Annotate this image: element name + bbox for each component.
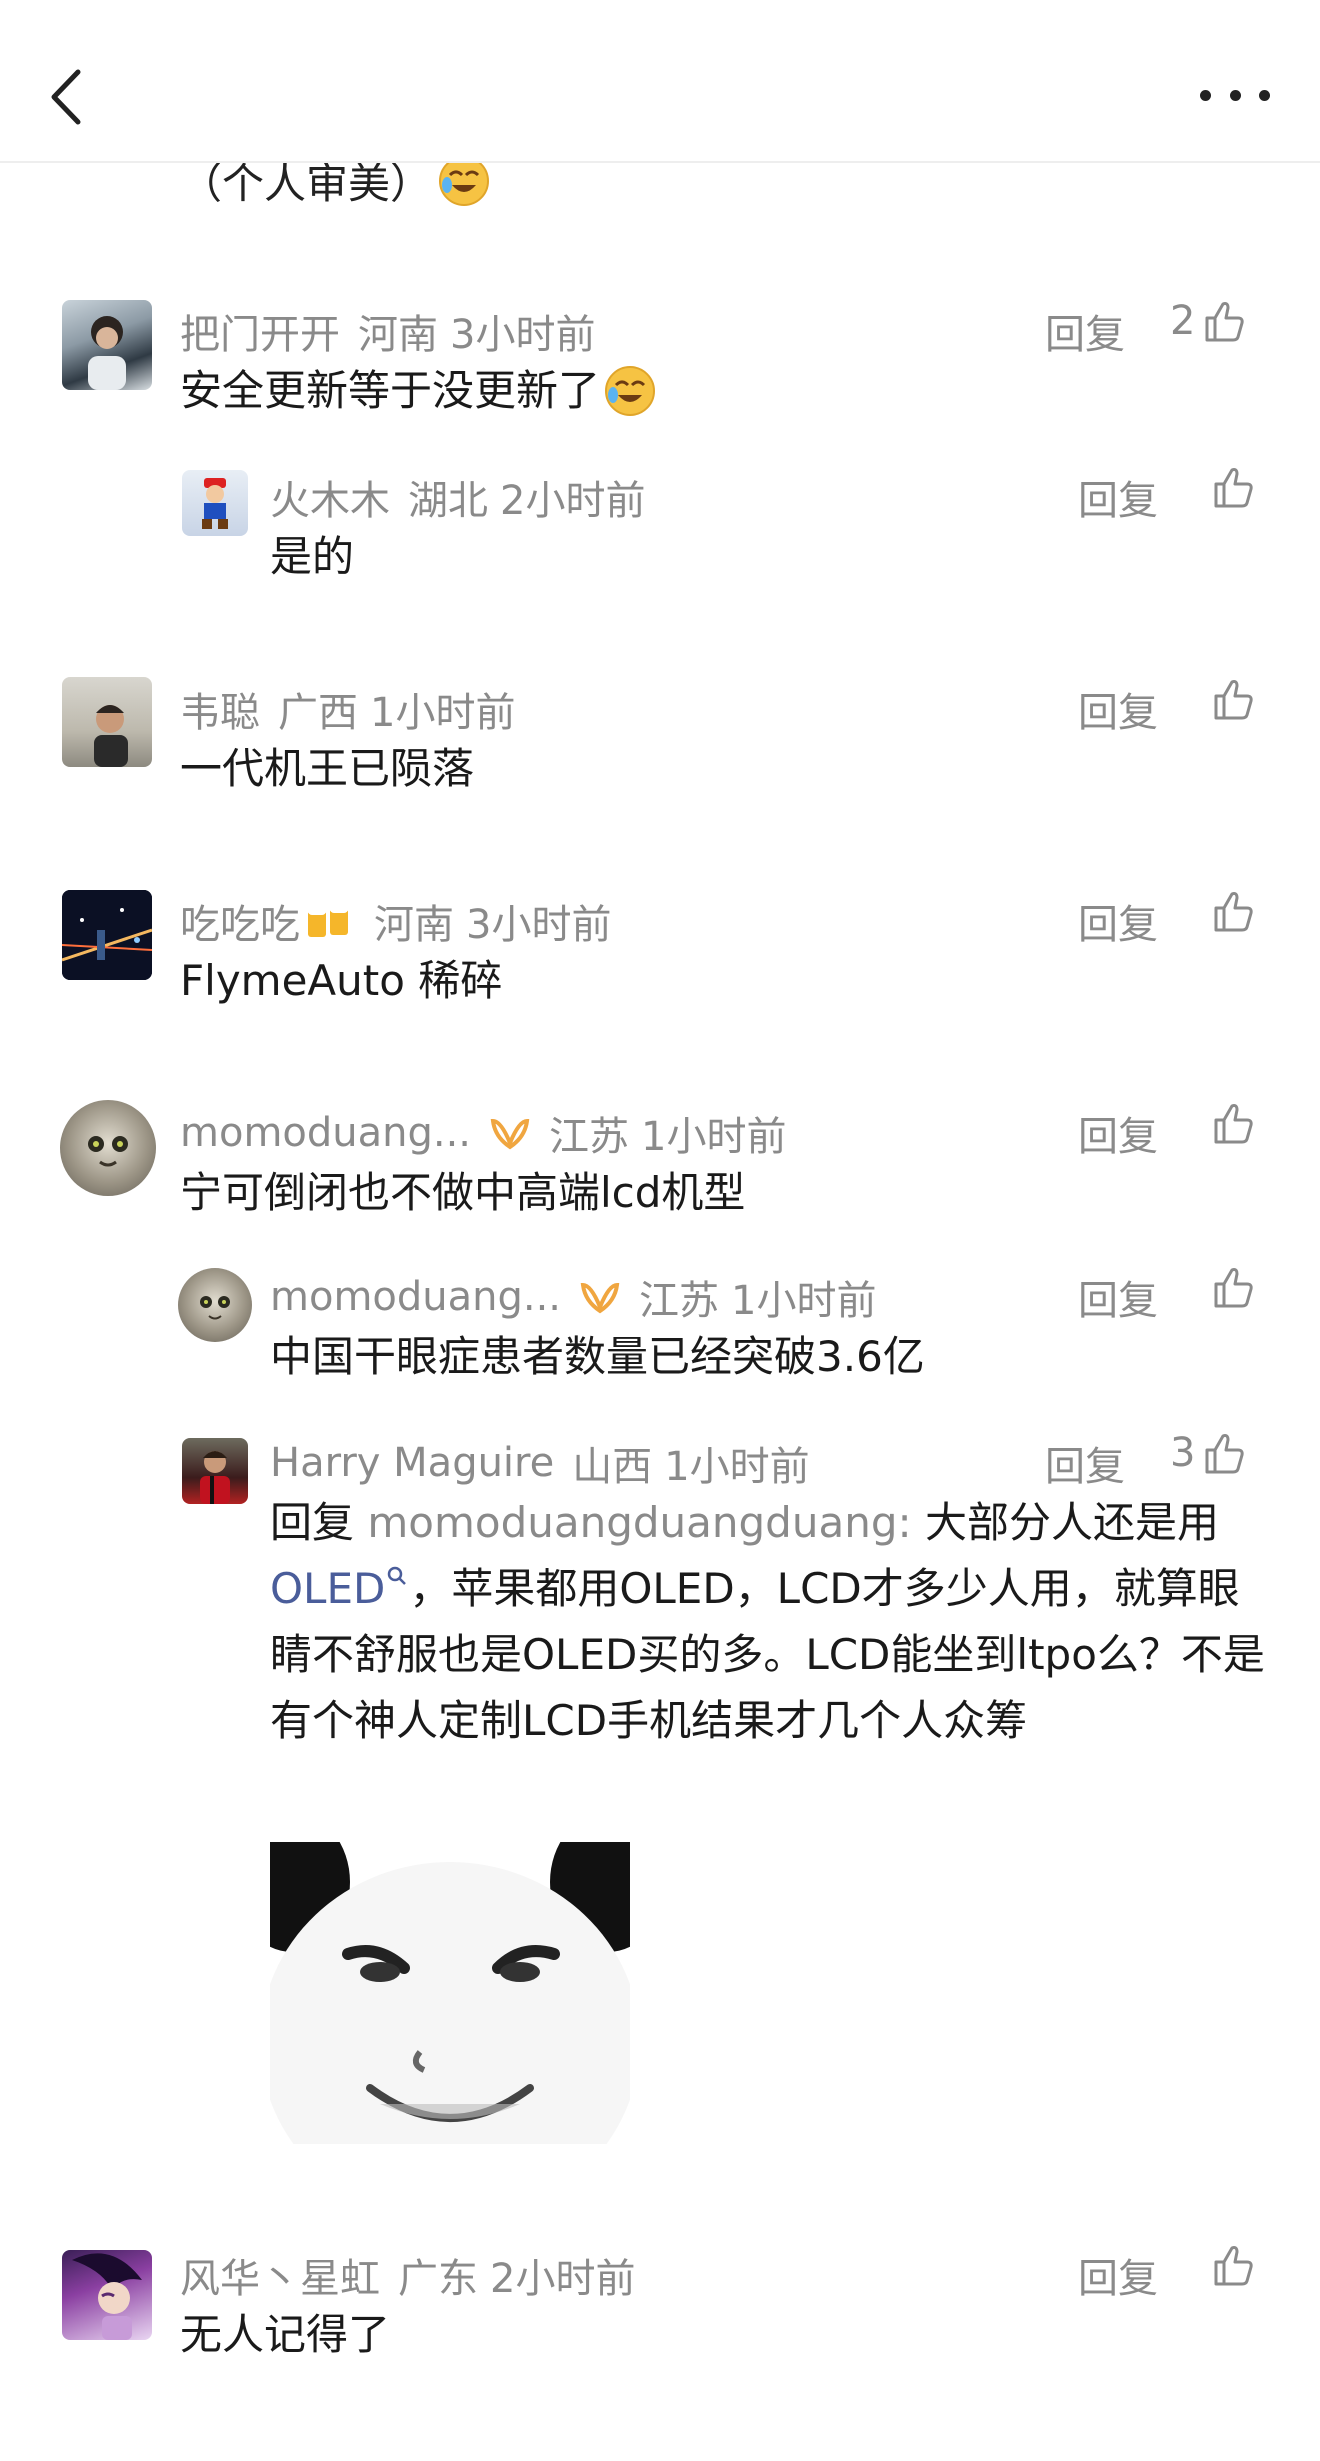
laugh-cry-emoji-icon (605, 366, 656, 416)
more-button[interactable] (1200, 80, 1270, 110)
thumbs-up-icon (1214, 1104, 1253, 1144)
keyword-label: OLED (270, 1564, 386, 1613)
comment-text: 回复 momoduangduangduang: 大部分人还是用 OLED ，苹果都… (270, 1490, 1280, 1754)
like-count: 3 (1170, 1430, 1196, 1476)
chevron-left-icon (51, 69, 81, 125)
username-with-badge: 吃吃吃 (180, 892, 356, 950)
comment-text-part-b: ，苹果都用OLED，LCD才多少人用，就算眼睛不舒服也是OLED买的多。LCD能… (270, 1564, 1265, 1745)
mention-colon: : (897, 1498, 912, 1547)
thumbs-up-icon (1214, 468, 1253, 508)
username[interactable]: 把门开开 (180, 302, 340, 360)
location: 山西 (572, 1444, 653, 1490)
timestamp: 3小时前 (466, 902, 612, 948)
like-count: 2 (1170, 298, 1196, 344)
location: 江苏 (639, 1278, 720, 1324)
timestamp: 1小时前 (664, 1444, 810, 1490)
thumbs-up-icon (1205, 302, 1245, 342)
like-button[interactable] (1210, 464, 1256, 510)
comment-meta: momoduang... 江苏 1小时前 (180, 1104, 786, 1162)
username[interactable]: 韦聪 (180, 680, 260, 738)
location: 河南 (358, 312, 438, 358)
location: 广东 (398, 2256, 478, 2302)
like-button[interactable]: 3 (1170, 1430, 1247, 1476)
comment-text: 是的 (270, 532, 355, 581)
like-button[interactable] (1210, 1100, 1256, 1146)
like-button[interactable]: 2 (1170, 298, 1247, 344)
comment-meta: 韦聪 广西 1小时前 (180, 680, 515, 738)
comment-meta: Harry Maguire 山西 1小时前 (270, 1434, 810, 1492)
username[interactable]: momoduang... (270, 1274, 561, 1320)
more-dot (1259, 89, 1270, 101)
comment-meta: 风华丶星虹 广东 2小时前 (180, 2246, 635, 2304)
like-button[interactable] (1210, 888, 1256, 934)
avatar[interactable] (178, 1268, 252, 1342)
avatar[interactable] (182, 470, 248, 536)
avatar[interactable] (62, 890, 152, 980)
reply-button[interactable]: 回复 (1078, 2246, 1158, 2304)
reply-button[interactable]: 回复 (1078, 468, 1158, 526)
avatar[interactable] (182, 1438, 248, 1504)
avatar[interactable] (62, 300, 152, 390)
reply-button[interactable]: 回复 (1078, 892, 1158, 950)
location: 江苏 (549, 1114, 630, 1160)
username[interactable]: 吃吃吃 (180, 892, 300, 950)
username[interactable]: 火木木 (270, 468, 390, 526)
like-button[interactable] (1210, 2242, 1256, 2288)
reply-button[interactable]: 回复 (1078, 1104, 1158, 1162)
reply-prefix: 回复 (270, 1498, 355, 1547)
mention-link[interactable]: momoduangduangduang (367, 1498, 897, 1547)
thumbs-up-icon (1214, 680, 1253, 720)
vip-badge-icon (490, 1118, 530, 1150)
comment-meta: 吃吃吃 河南 3小时前 (180, 892, 611, 950)
username[interactable]: 风华丶星虹 (180, 2246, 380, 2304)
comment-meta: 把门开开 河南 3小时前 (180, 302, 595, 360)
comment-meta: 火木木 湖北 2小时前 (270, 468, 645, 526)
top-bar (0, 0, 1320, 163)
comment-text: FlymeAuto 稀碎 (180, 956, 503, 1005)
more-dot (1229, 89, 1241, 101)
comment-text: 宁可倒闭也不做中高端lcd机型 (180, 1168, 746, 1217)
location: 湖北 (408, 478, 488, 524)
comment-text: 安全更新等于没更新了 (180, 366, 601, 415)
vip-badge-icon (580, 1282, 620, 1314)
comment-meta: momoduang... 江苏 1小时前 (270, 1268, 876, 1326)
timestamp: 2小时前 (490, 2256, 636, 2302)
comment-text: 一代机王已陨落 (180, 744, 475, 793)
search-keyword-link[interactable]: OLED (270, 1564, 409, 1613)
username[interactable]: Harry Maguire (270, 1440, 554, 1486)
reply-button[interactable]: 回复 (1045, 1434, 1125, 1492)
search-icon (388, 1566, 407, 1585)
like-button[interactable] (1210, 676, 1256, 722)
beer-mugs-emoji-icon (308, 905, 348, 937)
back-button[interactable] (40, 62, 90, 132)
reply-button[interactable]: 回复 (1078, 1268, 1158, 1326)
more-horizontal-icon (1200, 89, 1211, 101)
username[interactable]: momoduang... (180, 1110, 471, 1156)
meme-image[interactable] (270, 1842, 630, 2144)
location: 河南 (374, 902, 454, 948)
like-button[interactable] (1210, 1264, 1256, 1310)
reply-button[interactable]: 回复 (1045, 302, 1125, 360)
timestamp: 3小时前 (450, 312, 596, 358)
location: 广西 (278, 690, 358, 736)
comment-text: 无人记得了 (180, 2310, 391, 2359)
comment-body: 安全更新等于没更新了 (180, 358, 656, 424)
timestamp: 2小时前 (500, 478, 646, 524)
timestamp: 1小时前 (641, 1114, 787, 1160)
thumbs-up-icon (1214, 2246, 1253, 2286)
timestamp: 1小时前 (731, 1278, 877, 1324)
timestamp: 1小时前 (370, 690, 516, 736)
comment-text-part-a: 大部分人还是用 (911, 1498, 1219, 1547)
avatar[interactable] (62, 2250, 152, 2340)
comment-text: 中国干眼症患者数量已经突破3.6亿 (270, 1332, 925, 1381)
thumbs-up-icon (1214, 892, 1253, 932)
avatar[interactable] (62, 677, 152, 767)
avatar[interactable] (60, 1100, 156, 1196)
thumbs-up-icon (1205, 1434, 1245, 1474)
reply-button[interactable]: 回复 (1078, 680, 1158, 738)
thumbs-up-icon (1214, 1268, 1253, 1308)
